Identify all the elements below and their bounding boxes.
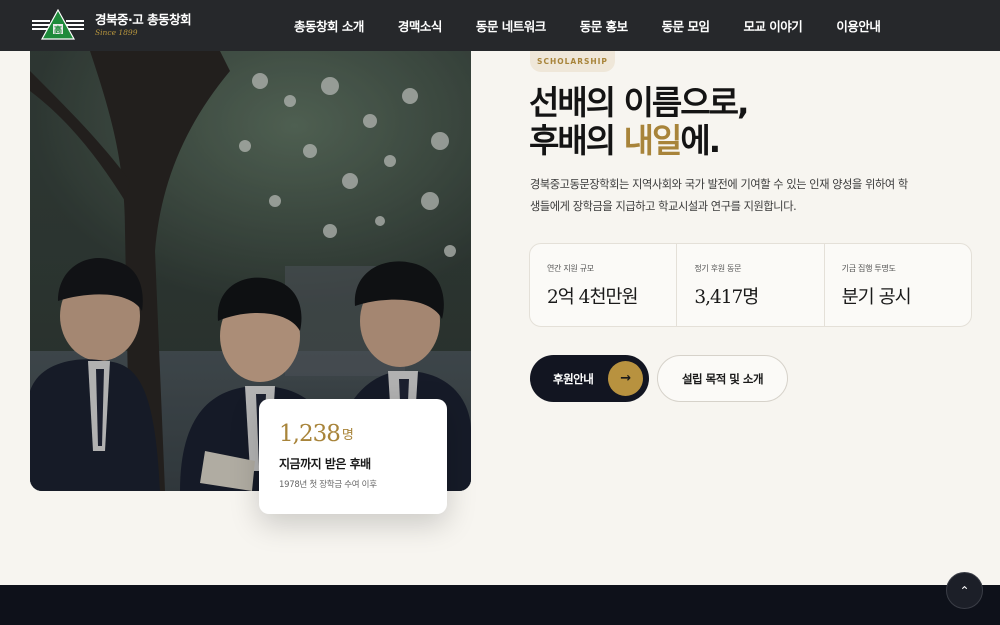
headline-line-2-pre: 후배의	[529, 121, 624, 160]
nav-item-meetings[interactable]: 동문 모임	[662, 16, 710, 35]
stat-fund-transparency: 기금 집행 투명도 분기 공시	[825, 244, 971, 326]
founding-purpose-button[interactable]: 설립 목적 및 소개	[657, 355, 788, 402]
nav-item-school-story[interactable]: 모교 이야기	[743, 16, 802, 35]
nav-item-guide[interactable]: 이용안내	[836, 16, 881, 35]
stat-title: 지금까지 받은 후배	[279, 457, 371, 471]
stat-annual-support: 연간 지원 규모 2억 4천만원	[530, 244, 678, 326]
logo-since: Since 1899	[95, 28, 138, 37]
stat-value: 분기 공시	[841, 287, 912, 308]
site-header: 高 경북중·고 총동창회 Since 1899 총동창회 소개 경맥소식 동문 …	[0, 0, 1000, 51]
site-logo[interactable]: 高 경북중·고 총동창회 Since 1899	[30, 8, 192, 41]
stats-panel: 연간 지원 규모 2억 4천만원 정기 후원 동문 3,417명 기금 집행 투…	[529, 243, 972, 327]
donation-guide-button[interactable]: 후원안내 →	[530, 355, 649, 402]
svg-text:高: 高	[54, 25, 62, 35]
scroll-to-top-button[interactable]: ⌃	[946, 572, 983, 609]
logo-emblem-icon: 高	[30, 8, 86, 41]
stat-number-unit: 명	[341, 428, 354, 443]
stat-value: 3,417명	[694, 287, 759, 308]
donation-guide-label: 후원안내	[553, 371, 594, 386]
arrow-right-icon: →	[608, 361, 643, 396]
scholarship-badge: SCHOLARSHIP	[530, 51, 615, 72]
stat-regular-donors: 정기 후원 동문 3,417명	[677, 244, 825, 326]
headline-line-2-post: 에.	[680, 121, 721, 160]
hero-description: 경북중고동문장학회는 지역사회와 국가 발전에 기여할 수 있는 인재 양성을 …	[530, 178, 908, 213]
stat-label: 정기 후원 동문	[694, 264, 742, 273]
chevron-up-icon: ⌃	[959, 583, 970, 598]
stat-label: 연간 지원 규모	[547, 264, 594, 273]
nav-item-network[interactable]: 동문 네트워크	[476, 16, 546, 35]
stat-subtitle: 1978년 첫 장학금 수여 이후	[279, 480, 377, 490]
stat-number: 1,238 명	[279, 419, 427, 449]
nav-item-about[interactable]: 총동창회 소개	[294, 16, 364, 35]
nav-item-news[interactable]: 경맥소식	[398, 16, 443, 35]
stat-label: 기금 집행 투명도	[841, 264, 896, 273]
alumni-stat-card: 1,238 명 지금까지 받은 후배 1978년 첫 장학금 수여 이후	[259, 399, 447, 514]
nav-item-promotion[interactable]: 동문 홍보	[580, 16, 628, 35]
headline-line-1: 선배의 이름으로,	[529, 83, 750, 122]
headline-accent: 내일	[623, 121, 683, 160]
footer-band	[0, 585, 1000, 625]
main-nav: 총동창회 소개 경맥소식 동문 네트워크 동문 홍보 동문 모임 모교 이야기 …	[294, 0, 881, 51]
stat-number-value: 1,238	[279, 421, 341, 447]
hero-headline: 선배의 이름으로, 후배의 내일에.	[529, 83, 750, 160]
stat-value: 2억 4천만원	[547, 287, 639, 308]
logo-title: 경북중·고 총동창회	[95, 12, 192, 27]
